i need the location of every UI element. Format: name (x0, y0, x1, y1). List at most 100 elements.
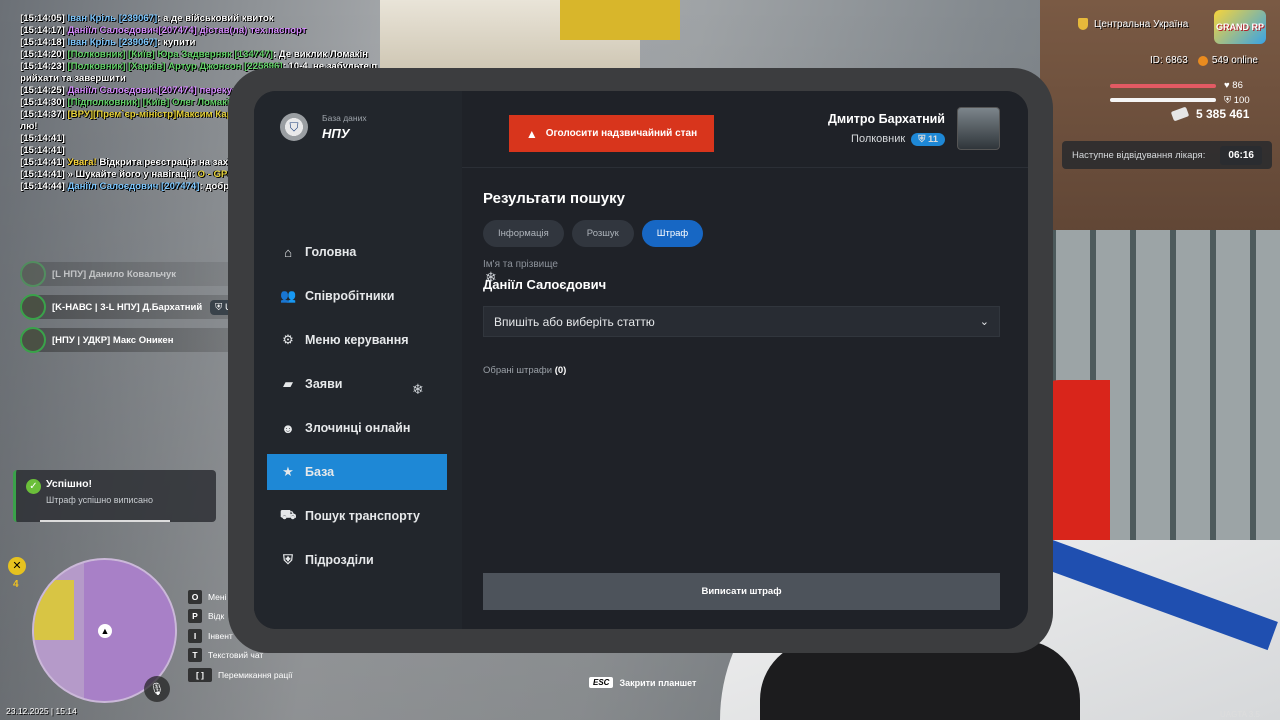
tab-3[interactable]: Штраф (641, 220, 704, 247)
date-time: 23.12.2025 | 15:14 (6, 706, 77, 716)
emergency-button-label: Оголосити надзвичайний стан (545, 128, 698, 139)
user-profile: Дмитро Бархатний Полковник ⛨ 11 (828, 107, 1000, 150)
key-cap: I (188, 628, 202, 643)
selected-fines-count: (0) (554, 365, 567, 376)
background-building (560, 0, 680, 40)
chat-author: Даніїл Салоєдович [207474] (67, 181, 200, 192)
header-divider (462, 167, 1028, 168)
police-emblem-icon: ⛉ (280, 113, 308, 141)
user-level-badge: ⛨ 11 (911, 132, 945, 146)
player-avatar (20, 294, 46, 320)
sidebar-item-6[interactable]: ★ База (267, 454, 447, 490)
key-hint-label: Текстовий чат (208, 650, 264, 661)
brand-title: НПУ (322, 126, 350, 141)
notification-progress (40, 520, 170, 522)
online-count: 549 online (1211, 55, 1258, 66)
warning-icon: ▲ (525, 126, 538, 141)
region-shield-icon (1078, 18, 1088, 30)
chat-message: : Де виклик Ломакін (272, 49, 368, 60)
player-marker-icon: ▲ (98, 624, 112, 638)
sidebar-item-1[interactable]: ⌂ Головна (267, 234, 447, 270)
key-hint-label: Відк (208, 611, 225, 622)
tab-1[interactable]: Інформація (483, 220, 564, 247)
sidebar-item-7[interactable]: ⛟ Пошук транспорту (267, 498, 447, 534)
key-cap: [ ] (188, 667, 212, 682)
close-tablet-label: Закрити планшет (619, 677, 697, 688)
key-cap: P (188, 609, 202, 624)
key-hint: [ ] Перемикання рації (188, 665, 292, 685)
health-bar (1110, 84, 1216, 88)
chat-time: [15:14:37] (20, 109, 65, 120)
star-icon: ★ (282, 464, 294, 479)
player-id-line: ID: 6863 549 online (1150, 55, 1258, 66)
sidebar-nav: ⌂ Головна 👥 Співробітники ⚙ Меню керування ▰ За… (267, 234, 447, 586)
chat-line: [15:14:20] [Полковник] [Київ] Юра Задвер… (20, 49, 400, 61)
notification-title: Успішно! (46, 478, 92, 490)
key-cap: T (188, 648, 202, 663)
sidebar-item-3[interactable]: ⚙ Меню керування (267, 322, 447, 358)
user-name: Дмитро Бархатний (827, 111, 945, 126)
brand-subtitle: База даних (322, 113, 367, 123)
chat-line: [15:14:18] Іван Кріль [239067]: купити (20, 37, 400, 49)
main-panel: ▲ Оголосити надзвичайний стан Дмитро Бар… (462, 91, 1028, 629)
server-logo: GRAND RP (1214, 10, 1266, 44)
chat-time: [15:14:41] (20, 145, 65, 156)
sidebar-item-label: Співробітники (305, 289, 395, 303)
article-select-placeholder: Впишіть або виберіть статтю (494, 314, 655, 329)
region-indicator: Центральна Україна (1078, 18, 1188, 30)
chat-author: Іван Кріль [239067] (67, 37, 158, 48)
sidebar-item-2[interactable]: 👥 Співробітники (267, 278, 447, 314)
tablet-screen: ⛉ База даних НПУ ⌂ Головна 👥 Співробітники ⚙… (254, 91, 1028, 629)
sidebar-item-5[interactable]: ☻ Злочинці онлайн (267, 410, 447, 446)
chat-line: [15:14:17] Даніїл Салоєдович[207474] діс… (20, 25, 400, 37)
chat-line: [15:14:05] Іван Кріль [239067]: а де вій… (20, 13, 400, 25)
chat-time: [15:14:18] (20, 37, 65, 48)
chat-message: » Шукайте його у навігації: (64, 169, 198, 180)
version-label: UAGTA 3.5 (1220, 710, 1260, 719)
player-id: ID: 6863 (1150, 55, 1188, 66)
issue-fine-button[interactable]: Виписати штраф (483, 573, 1000, 610)
key-cap: O (188, 589, 202, 604)
check-icon: ✓ (26, 479, 41, 494)
shield-icon: ⛨ (283, 552, 293, 567)
key-hint-label: Мені (208, 591, 227, 602)
chat-time: [15:14:25] (20, 85, 65, 96)
key-hint-label: Інвент (208, 630, 233, 641)
user-rank: Полковник (851, 133, 906, 145)
emergency-button[interactable]: ▲ Оголосити надзвичайний стан (509, 115, 714, 152)
home-icon: ⌂ (284, 244, 292, 260)
mask-icon: ☻ (281, 420, 295, 436)
chat-time: [15:14:30] (20, 97, 65, 108)
chat-time: [15:14:41] (20, 133, 65, 144)
chevron-down-icon: ⌄ (979, 316, 989, 328)
hunger-icon: ✕ (8, 557, 26, 575)
armor-bar (1110, 98, 1216, 102)
chat-author: [Полковник] [Харків] Артур Джонсон [2258… (67, 61, 283, 72)
sidebar-item-8[interactable]: ⛨ Підрозділи (267, 542, 447, 578)
snowflake-icon: ❄ (412, 381, 424, 397)
money-display: 5 385 461 (1170, 106, 1249, 122)
chat-message: : купити (157, 37, 196, 48)
microphone-icon: 🎙 (144, 676, 170, 702)
chat-message: Відкрита реєстрація на захід: (96, 157, 243, 168)
doctor-visit-timer: Наступне відвідування лікаря: 06:16 (1062, 141, 1272, 169)
sidebar-item-label: Головна (305, 245, 357, 259)
player-avatar (20, 261, 46, 287)
selected-fines: Обрані штрафи (0) (483, 365, 566, 376)
article-select[interactable]: Впишіть або виберіть статтю ⌄ (483, 306, 1000, 337)
player-name: [K-НАВС | 3-L НПУ] Д.Бархатний (52, 301, 203, 313)
player-name: [НПУ | УДКР] Макс Оникен (52, 334, 174, 346)
health-value: ♥ 86 (1224, 80, 1243, 91)
online-icon (1197, 55, 1208, 66)
close-tablet-hint: ESC Закрити планшет (589, 677, 696, 688)
sidebar-item-label: Підрозділи (305, 553, 374, 567)
chat-time: [15:14:23] (20, 61, 65, 72)
tab-2[interactable]: Розшук (571, 220, 634, 247)
user-rank-row: Полковник ⛨ 11 (828, 132, 945, 146)
chat-author: Іван Кріль [239067] (67, 13, 158, 24)
chat-author: Увага! (67, 157, 97, 168)
chat-time: [15:14:05] (20, 13, 65, 24)
success-notification: ✓ Успішно! Штраф успішно виписано (13, 470, 216, 522)
sidebar-item-label: Меню керування (305, 333, 409, 347)
chat-message: : а де військовий квиток (157, 13, 274, 24)
